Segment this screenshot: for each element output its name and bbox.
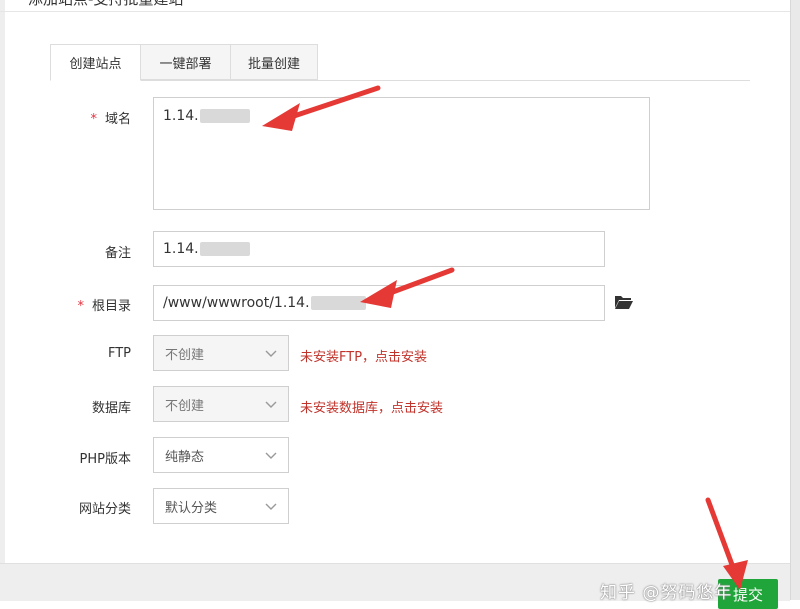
database-selected: 不创建 <box>165 398 205 414</box>
root-dir-value: /www/wwwroot/1.14. <box>163 295 310 311</box>
chevron-down-icon <box>265 503 277 510</box>
dialog-scroll-edge <box>790 0 800 600</box>
chevron-down-icon <box>265 401 277 408</box>
tab-create-site[interactable]: 创建站点 <box>50 44 141 81</box>
redacted-text <box>199 242 250 256</box>
root-dir-label: * 根目录 <box>77 299 131 314</box>
domain-textarea[interactable]: 1.14. <box>153 97 650 210</box>
chevron-down-icon <box>265 350 277 357</box>
site-category-label: 网站分类 <box>78 502 131 517</box>
ftp-install-hint[interactable]: 未安装FTP，点击安装 <box>300 346 427 365</box>
database-install-hint[interactable]: 未安装数据库，点击安装 <box>300 397 443 416</box>
watermark: 知乎 @努码悠年 <box>600 583 733 603</box>
remark-input[interactable]: 1.14. <box>153 231 605 267</box>
folder-open-icon[interactable] <box>614 294 634 310</box>
remark-label: 备注 <box>104 246 131 261</box>
domain-value: 1.14. <box>163 108 199 124</box>
redacted-text <box>199 109 250 123</box>
tab-bar: 创建站点 一键部署 批量创建 <box>50 44 750 81</box>
php-version-selected: 纯静态 <box>165 449 205 465</box>
redacted-text <box>310 296 366 310</box>
database-select[interactable]: 不创建 <box>153 386 289 422</box>
domain-label: * 域名 <box>90 112 131 127</box>
tab-one-click-deploy[interactable]: 一键部署 <box>140 44 231 80</box>
php-version-label: PHP版本 <box>79 452 131 467</box>
dialog-title: 添加站点-支持批量建站 <box>0 0 790 12</box>
site-category-select[interactable]: 默认分类 <box>153 488 289 524</box>
site-category-selected: 默认分类 <box>165 500 218 516</box>
tab-batch-create[interactable]: 批量创建 <box>230 44 318 80</box>
ftp-select[interactable]: 不创建 <box>153 335 289 371</box>
ftp-selected: 不创建 <box>165 347 205 363</box>
remark-value: 1.14. <box>163 241 199 257</box>
background-edge <box>0 0 5 600</box>
chevron-down-icon <box>265 452 277 459</box>
root-dir-input[interactable]: /www/wwwroot/1.14. <box>153 285 605 321</box>
database-label: 数据库 <box>91 401 131 416</box>
ftp-label: FTP <box>107 346 131 361</box>
php-version-select[interactable]: 纯静态 <box>153 437 289 473</box>
